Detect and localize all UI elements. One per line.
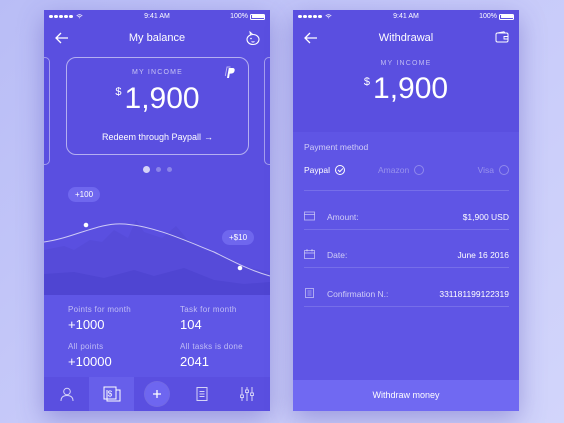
card-label: MY INCOME xyxy=(131,69,184,76)
payment-panel: Payment method Paypal Amazon Visa Amount… xyxy=(293,132,519,380)
tab-bar: $ xyxy=(44,377,270,411)
tab-documents[interactable] xyxy=(180,377,225,411)
amount-value: $1,900 USD xyxy=(462,212,509,222)
withdrawal-screen: 9:41 AM 100% Withdrawal MY INCOME $1,900… xyxy=(293,10,519,411)
pager-dot[interactable] xyxy=(155,167,161,172)
section-label: Payment method xyxy=(304,142,369,152)
pager-dot[interactable] xyxy=(166,167,172,172)
status-bar: 9:41 AM 100% xyxy=(44,10,270,26)
tab-balance[interactable]: $ xyxy=(89,377,135,411)
amount-row: Amount: $1,900 USD xyxy=(304,208,509,230)
confirmation-value: 331181199122319 xyxy=(439,289,509,299)
currency-symbol: $ xyxy=(115,86,122,98)
confirmation-row: Confirmation N.: 331181199122319 xyxy=(304,285,509,307)
tab-profile[interactable] xyxy=(44,377,89,411)
method-paypal[interactable]: Paypal xyxy=(304,165,345,175)
radio-icon xyxy=(414,165,425,175)
header: My balance xyxy=(44,26,270,54)
document-icon xyxy=(196,387,208,401)
income-amount: 1,900 xyxy=(373,72,449,105)
stat-all-tasks: All tasks is done 2041 xyxy=(180,342,243,369)
method-amazon[interactable]: Amazon xyxy=(378,165,425,175)
tab-settings[interactable] xyxy=(225,377,270,411)
amount-label: Amount: xyxy=(327,212,359,222)
income-summary: MY INCOME $1,900 xyxy=(293,54,519,132)
payment-methods: Paypal Amazon Visa xyxy=(304,165,509,179)
page-title: Withdrawal xyxy=(378,32,434,44)
card-pager[interactable] xyxy=(44,166,270,173)
status-bar: 9:41 AM 100% xyxy=(293,10,519,26)
currency-symbol: $ xyxy=(363,76,371,88)
previous-card[interactable] xyxy=(44,57,50,165)
header: Withdrawal xyxy=(293,26,519,54)
svg-text:$: $ xyxy=(108,390,113,399)
profile-icon xyxy=(60,387,74,402)
stat-tasks-month: Task for month 104 xyxy=(180,305,237,332)
battery-percent: 100% xyxy=(479,13,497,20)
redeem-label: Redeem through Paypall xyxy=(101,132,202,142)
wallet-dollar-icon: $ xyxy=(103,386,121,402)
paypal-icon xyxy=(224,66,235,78)
piggy-bank-icon[interactable] xyxy=(244,29,262,47)
balance-screen: 9:41 AM 100% My balance MY INCOME $1,900… xyxy=(44,10,270,411)
chart-point[interactable] xyxy=(83,222,89,228)
confirmation-label: Confirmation N.: xyxy=(327,289,389,299)
reward-chip: +$10 xyxy=(222,230,255,245)
points-chip: +100 xyxy=(68,187,101,202)
radio-checked-icon xyxy=(335,165,345,175)
page-title: My balance xyxy=(128,32,186,44)
divider xyxy=(304,190,509,191)
income-amount: 1,900 xyxy=(124,82,200,115)
date-row: Date: June 16 2016 xyxy=(304,246,509,268)
method-visa[interactable]: Visa xyxy=(478,165,509,175)
income-label: MY INCOME xyxy=(380,60,432,67)
tab-add[interactable] xyxy=(134,377,179,411)
next-card[interactable] xyxy=(264,57,270,165)
sliders-icon xyxy=(240,387,255,401)
calendar-icon xyxy=(304,249,315,259)
receipt-icon xyxy=(305,288,314,298)
radio-icon xyxy=(499,165,509,175)
stat-points-month: Points for month +1000 xyxy=(68,305,132,332)
battery-icon xyxy=(250,13,265,20)
date-label: Date: xyxy=(327,250,348,260)
chart-point[interactable] xyxy=(237,265,243,271)
battery-icon xyxy=(499,13,514,20)
card-icon xyxy=(304,211,315,221)
arrow-right-icon: → xyxy=(204,132,214,142)
add-icon xyxy=(153,390,161,398)
date-value: June 16 2016 xyxy=(457,250,509,260)
battery-percent: 100% xyxy=(230,13,248,20)
wallet-icon[interactable] xyxy=(495,31,509,43)
stats-panel: Points for month +1000 Task for month 10… xyxy=(44,295,270,377)
stat-all-points: All points +10000 xyxy=(68,342,112,369)
income-card: MY INCOME $1,900 Redeem through Paypall → xyxy=(66,57,249,155)
redeem-link[interactable]: Redeem through Paypall → xyxy=(67,132,248,142)
withdraw-money-button[interactable]: Withdraw money xyxy=(293,380,519,411)
pager-dot-active[interactable] xyxy=(142,166,150,173)
